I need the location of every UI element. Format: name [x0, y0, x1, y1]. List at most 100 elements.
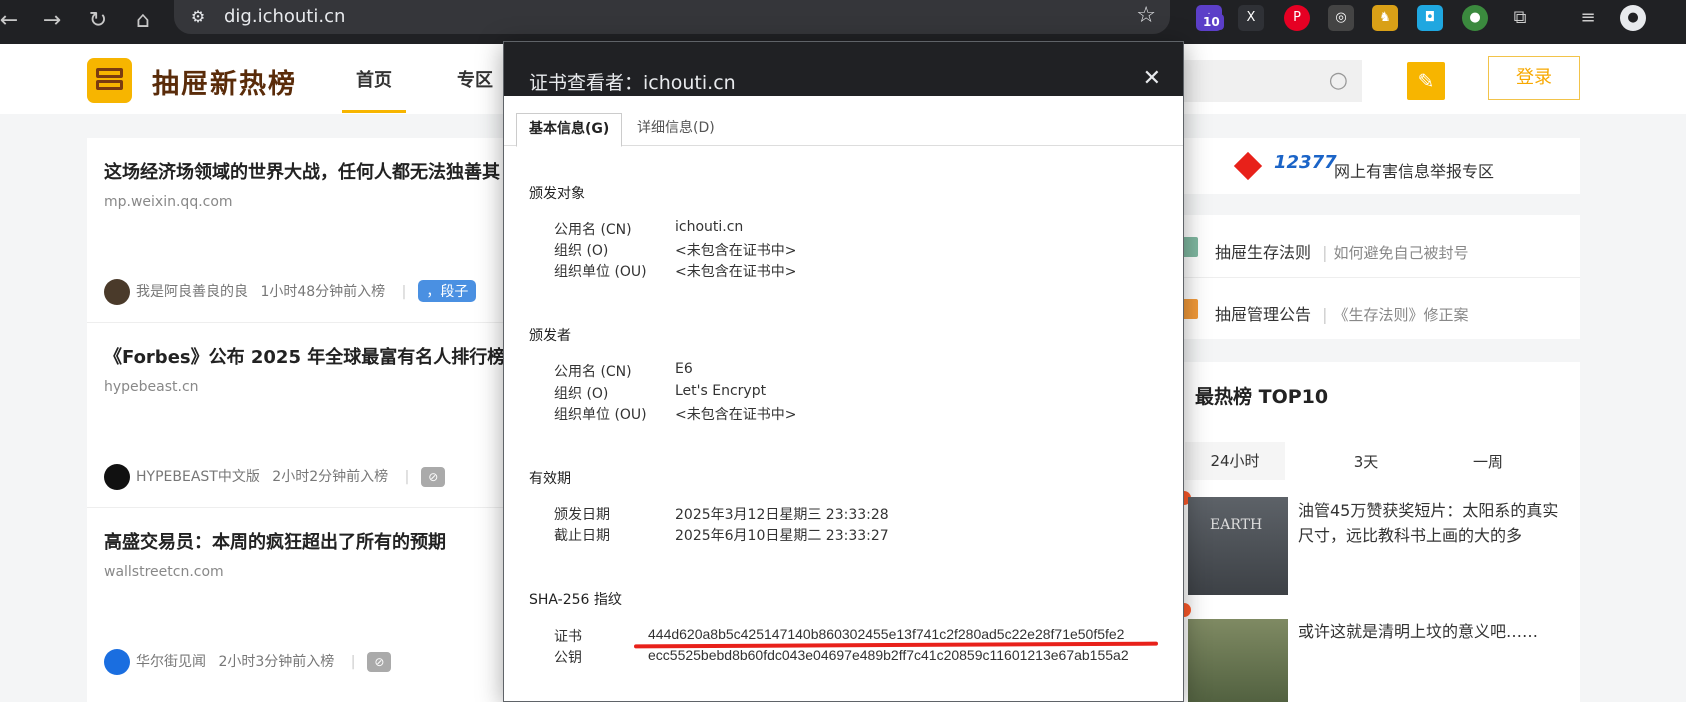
reload-icon[interactable]: ↻ — [83, 6, 113, 36]
extension-icon-x[interactable]: X — [1238, 5, 1264, 31]
feed-title[interactable]: 高盛交易员：本周的疯狂超出了所有的预期 — [104, 528, 446, 554]
login-button[interactable]: 登录 — [1488, 56, 1580, 100]
bookmark-star-icon[interactable]: ☆ — [1136, 3, 1156, 28]
field-value: E6 — [675, 361, 693, 377]
tab-24h[interactable]: 24小时 — [1185, 442, 1285, 480]
avatar[interactable] — [104, 279, 130, 305]
issued-to-heading: 颁发对象 — [529, 186, 585, 202]
feed-time: 2小时3分钟前入榜 — [218, 654, 335, 670]
nav-active-indicator — [342, 110, 406, 113]
forward-icon[interactable]: → — [37, 6, 67, 36]
report-logo: 12377 — [1274, 152, 1337, 173]
extension-icon-glasses[interactable]: ◎ — [1328, 5, 1354, 31]
site-logo-text[interactable]: 抽屉新热榜 — [152, 62, 297, 101]
field-value: ichouti.cn — [675, 219, 744, 235]
tab-3d[interactable]: 3天 — [1316, 451, 1416, 472]
fingerprint-heading: SHA-256 指纹 — [529, 592, 622, 608]
dialog-header: 证书查看者：ichouti.cn ✕ — [504, 42, 1183, 96]
feed-author[interactable]: 华尔街见闻 — [136, 654, 206, 670]
avatar[interactable] — [104, 464, 130, 490]
hot-item-thumbnail[interactable] — [1188, 619, 1288, 702]
home-icon[interactable]: ⌂ — [128, 6, 158, 36]
report-diamond-icon — [1233, 151, 1263, 181]
hot-item-title[interactable]: 或许这就是清明上坟的意义吧…… — [1298, 619, 1568, 644]
extension-badge: 10 — [1199, 14, 1224, 30]
feed-meta: 华尔街见闻 2小时3分钟前入榜 | ⊘ — [104, 649, 392, 675]
feed-meta: HYPEBEAST中文版 2小时2分钟前入榜 | ⊘ — [104, 464, 446, 490]
feed-item[interactable]: 《Forbes》公布 2025 年全球最富有名人排行榜 hypebeast.cn… — [87, 323, 507, 508]
pubkey-fingerprint: ecc5525bebd8b60fdc043e04697e489b2ff7c41c… — [648, 647, 1129, 663]
dialog-title: 证书查看者：ichouti.cn — [529, 72, 736, 94]
field-label: 截止日期 — [554, 528, 610, 544]
link-tag-icon[interactable]: ⊘ — [367, 652, 392, 672]
book-icon — [1182, 237, 1198, 257]
cert-fingerprint: 444d620a8b5c425147140b860302455e13f741c2… — [648, 626, 1125, 642]
category-tag[interactable]: ，段子 — [418, 280, 477, 302]
back-icon[interactable]: ← — [0, 6, 24, 36]
field-label: 组织单位 (OU) — [554, 264, 647, 280]
field-label: 组织单位 (OU) — [554, 407, 647, 423]
field-label: 公钥 — [554, 650, 582, 666]
field-value: <未包含在证书中> — [675, 264, 797, 280]
hot-list-title: 最热榜 TOP10 — [1195, 386, 1329, 408]
nav-zones[interactable]: 专区 — [457, 66, 493, 92]
field-value: <未包含在证书中> — [675, 407, 797, 423]
feed-domain: wallstreetcn.com — [104, 564, 224, 580]
profile-avatar-icon[interactable]: ● — [1620, 5, 1646, 31]
field-label: 公用名 (CN) — [554, 222, 632, 238]
hot-item-thumbnail[interactable]: EARTH — [1188, 497, 1288, 595]
feed-title[interactable]: 这场经济场领域的世界大战，任何人都无法独善其 — [104, 158, 500, 184]
feed-domain: mp.weixin.qq.com — [104, 194, 233, 210]
field-value: Let's Encrypt — [675, 383, 767, 399]
post-pen-button[interactable]: ✎ — [1407, 62, 1445, 100]
nav-home[interactable]: 首页 — [356, 66, 392, 92]
pinterest-icon[interactable]: P — [1284, 5, 1310, 31]
tab-week[interactable]: 一周 — [1438, 451, 1538, 472]
site-info-icon[interactable]: ⚙ — [186, 5, 210, 29]
tab-details[interactable]: 详细信息(D) — [625, 113, 727, 147]
hot-list: 最热榜 TOP10 24小时 3天 一周 EARTH 油管45万赞获奖短片：太阳… — [1170, 362, 1580, 702]
link-tag-icon[interactable]: ⊘ — [421, 467, 446, 487]
avatar[interactable] — [104, 649, 130, 675]
search-input[interactable]: ○ — [1180, 60, 1362, 102]
feed-item[interactable]: 这场经济场领域的世界大战，任何人都无法独善其 mp.weixin.qq.com … — [87, 138, 507, 323]
validity-heading: 有效期 — [529, 471, 571, 487]
certificate-viewer-dialog: 证书查看者：ichouti.cn ✕ 基本信息(G) 详细信息(D) 颁发对象 … — [503, 41, 1184, 702]
url-text[interactable]: dig.ichouti.cn — [224, 5, 345, 29]
close-icon[interactable]: ✕ — [1143, 66, 1161, 91]
field-label: 证书 — [554, 629, 582, 645]
notice-icon — [1182, 299, 1198, 319]
hot-item-title[interactable]: 油管45万赞获奖短片：太阳系的真实尺寸，远比教科书上画的大的多 — [1298, 498, 1568, 548]
extension-icon-globe[interactable]: ● — [1462, 5, 1488, 31]
news-feed: 这场经济场领域的世界大战，任何人都无法独善其 mp.weixin.qq.com … — [87, 138, 507, 702]
field-value: 2025年3月12日星期三 23:33:28 — [675, 507, 889, 523]
field-label: 颁发日期 — [554, 507, 610, 523]
drawer-logo-icon[interactable] — [87, 58, 132, 103]
tab-general[interactable]: 基本信息(G) — [516, 113, 623, 147]
report-text[interactable]: 网上有害信息举报专区 — [1334, 158, 1494, 182]
address-bar[interactable]: ⚙ dig.ichouti.cn ☆ — [174, 0, 1170, 34]
field-label: 组织 (O) — [554, 386, 609, 402]
media-control-icon[interactable]: ≡ — [1575, 5, 1601, 31]
feed-domain: hypebeast.cn — [104, 379, 199, 395]
extension-icon-square[interactable]: ◘ — [1417, 5, 1443, 31]
field-label: 组织 (O) — [554, 243, 609, 259]
notice-link[interactable]: 抽屉管理公告 | 《生存法则》修正案 — [1215, 301, 1469, 325]
field-label: 公用名 (CN) — [554, 364, 632, 380]
extensions-puzzle-icon[interactable]: ⧉ — [1507, 5, 1533, 31]
report-banner[interactable]: 12377 网上有害信息举报专区 — [1170, 138, 1580, 194]
issued-by-heading: 颁发者 — [529, 328, 571, 344]
extension-icon-cat[interactable]: ♞ — [1372, 5, 1398, 31]
dialog-tabs: 基本信息(G) 详细信息(D) — [504, 96, 1183, 147]
feed-author[interactable]: HYPEBEAST中文版 — [136, 469, 260, 485]
feed-author[interactable]: 我是阿良善良的良 — [136, 284, 248, 300]
feed-item[interactable]: 高盛交易员：本周的疯狂超出了所有的预期 wallstreetcn.com 华尔街… — [87, 508, 507, 693]
feed-time: 1小时48分钟前入榜 — [260, 284, 386, 300]
announcement-box: 抽屉生存法则 | 如何避免自己被封号 抽屉管理公告 | 《生存法则》修正案 — [1170, 215, 1580, 339]
feed-title[interactable]: 《Forbes》公布 2025 年全球最富有名人排行榜 — [104, 343, 505, 369]
field-value: <未包含在证书中> — [675, 243, 797, 259]
browser-toolbar: ← → ↻ ⌂ ⚙ dig.ichouti.cn ☆ ▲ 10 X P ◎ ♞ … — [0, 0, 1686, 44]
rule-link[interactable]: 抽屉生存法则 | 如何避免自己被封号 — [1215, 239, 1469, 263]
field-value: 2025年6月10日星期二 23:33:27 — [675, 528, 889, 544]
search-icon[interactable]: ○ — [1329, 68, 1348, 93]
